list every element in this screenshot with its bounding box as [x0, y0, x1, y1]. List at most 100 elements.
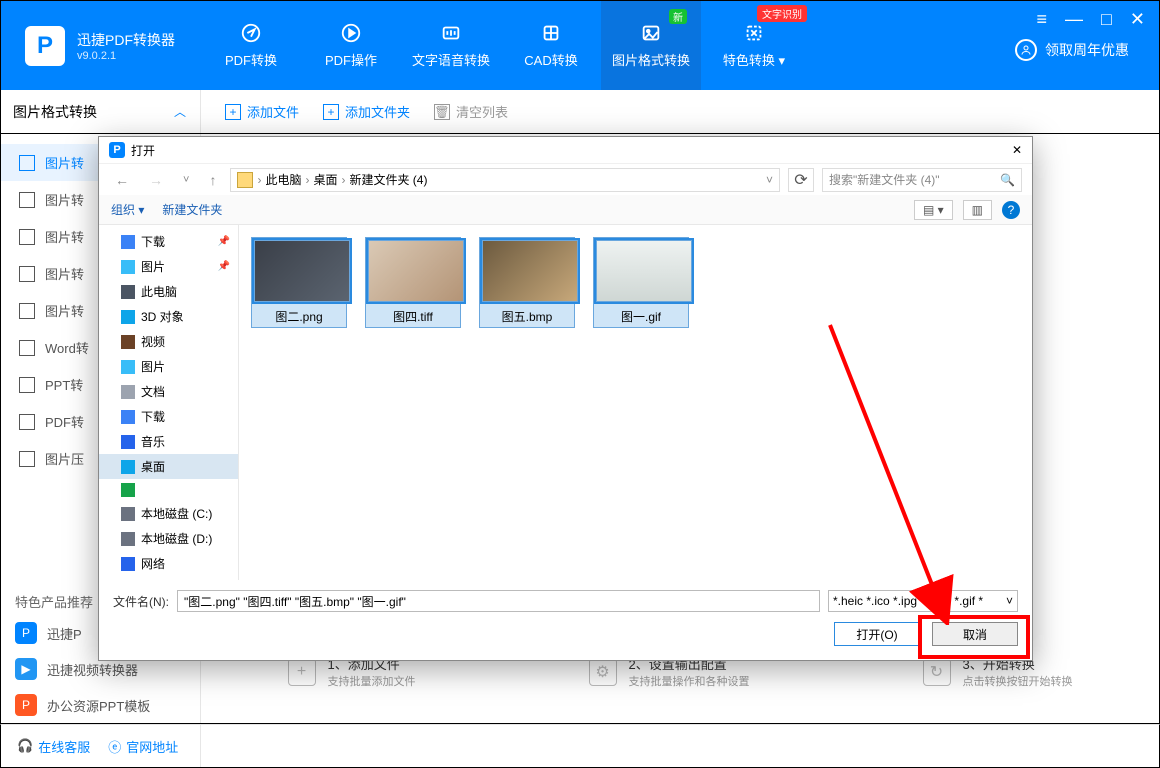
word-icon	[19, 340, 35, 356]
breadcrumb-seg[interactable]: 此电脑	[265, 171, 301, 188]
open-button[interactable]: 打开(O)	[834, 622, 920, 646]
headset-icon: 🎧	[17, 738, 33, 754]
dialog-footer: 文件名(N): *.heic *.ico *.ipg *.jpeg *.gif …	[99, 580, 1032, 660]
folder-icon	[121, 507, 135, 521]
add-file-button[interactable]: +添加文件	[225, 102, 299, 121]
organize-menu[interactable]: 组织 ▾	[111, 201, 144, 218]
dialog-close-icon[interactable]: ✕	[1012, 143, 1022, 157]
search-icon: 🔍	[1000, 173, 1015, 187]
breadcrumb-seg[interactable]: 新建文件夹 (4)	[349, 171, 427, 188]
side-label: 图片转	[45, 301, 84, 320]
reward-label: 领取周年优惠	[1045, 40, 1129, 60]
step-sub: 支持批量操作和各种设置	[629, 673, 750, 689]
ppt-icon	[19, 377, 35, 393]
nav-forward-icon[interactable]: →	[143, 172, 169, 188]
tree-item[interactable]: 下载📌	[99, 229, 238, 254]
step-sub: 支持批量添加文件	[328, 673, 416, 689]
folder-icon	[121, 532, 135, 546]
tree-item[interactable]: 视频	[99, 329, 238, 354]
nav-up-icon[interactable]: ↑	[203, 172, 222, 188]
breadcrumb-seg[interactable]: 桌面	[313, 171, 337, 188]
file-thumbnail	[368, 240, 464, 302]
tree-item[interactable]: 桌面	[99, 454, 238, 479]
minimize-icon[interactable]: —	[1065, 9, 1083, 30]
plus-icon: +	[323, 104, 339, 120]
side-label: 图片转	[45, 264, 84, 283]
tree-item[interactable]: 图片📌	[99, 254, 238, 279]
tree-item[interactable]: 3D 对象	[99, 304, 238, 329]
trash-icon: 🗑	[434, 104, 450, 120]
help-icon[interactable]: ?	[1002, 201, 1020, 219]
tree-item[interactable]	[99, 479, 238, 501]
ie-icon: ⓔ	[108, 737, 121, 756]
file-item[interactable]: 图二.png	[251, 237, 347, 328]
product-label: 迅捷视频转换器	[47, 660, 138, 679]
view-button[interactable]: ▤ ▾	[914, 200, 953, 220]
settings-icon: ⚙	[589, 658, 617, 686]
menu-icon[interactable]: ≡	[1037, 9, 1048, 30]
image-icon	[19, 229, 35, 245]
tree-item[interactable]: 网络	[99, 551, 238, 576]
folder-icon	[121, 285, 135, 299]
folder-icon	[121, 385, 135, 399]
category-header[interactable]: 图片格式转换 ︿	[1, 90, 201, 133]
tab-image-format[interactable]: 新 图片格式转换	[601, 1, 701, 90]
search-placeholder: 搜索"新建文件夹 (4)"	[829, 171, 940, 188]
filter-text: *.heic *.ico *.ipg *.jpeg *.gif *	[833, 594, 983, 608]
file-item[interactable]: 图四.tiff	[365, 237, 461, 328]
preview-button[interactable]: ▥	[963, 200, 992, 220]
tree-label: 下载	[141, 408, 165, 425]
file-name: 图五.bmp	[482, 308, 572, 325]
filename-input[interactable]	[177, 590, 820, 612]
tree-item[interactable]: 下载	[99, 404, 238, 429]
file-thumbnail	[596, 240, 692, 302]
tree-label: 网络	[141, 555, 165, 572]
pdf-icon	[19, 414, 35, 430]
tab-pdf-convert[interactable]: PDF转换	[201, 1, 301, 90]
new-folder-button[interactable]: 新建文件夹	[162, 201, 222, 218]
user-icon	[1015, 39, 1037, 61]
tree-item[interactable]: 文档	[99, 379, 238, 404]
close-icon[interactable]: ✕	[1130, 9, 1145, 30]
file-item[interactable]: 图一.gif	[593, 237, 689, 328]
filetype-filter[interactable]: *.heic *.ico *.ipg *.jpeg *.gif * ˅	[828, 590, 1018, 612]
website-link[interactable]: ⓔ官网地址	[108, 737, 178, 756]
tab-cad[interactable]: CAD转换	[501, 1, 601, 90]
nav-recent-icon[interactable]: ˅	[177, 174, 195, 186]
side-label: PPT转	[45, 375, 83, 394]
side-label: PDF转	[45, 412, 84, 431]
side-label: 图片转	[45, 153, 84, 172]
folder-icon	[121, 410, 135, 424]
tab-label: PDF操作	[325, 50, 377, 69]
add-folder-button[interactable]: +添加文件夹	[323, 102, 410, 121]
product-label: 办公资源PPT模板	[47, 696, 150, 715]
file-item[interactable]: 图五.bmp	[479, 237, 575, 328]
clear-list-button[interactable]: 🗑清空列表	[434, 102, 508, 121]
tree-item[interactable]: 本地磁盘 (C:)	[99, 501, 238, 526]
breadcrumb[interactable]: ›此电脑 ›桌面 ›新建文件夹 (4) ˅	[230, 168, 780, 192]
tab-feature[interactable]: 文字识别 特色转换 ▾	[701, 1, 807, 90]
refresh-button[interactable]: ⟳	[788, 168, 814, 192]
chevron-down-icon: ˅	[1006, 594, 1013, 608]
folder-icon	[121, 310, 135, 324]
tab-pdf-op[interactable]: PDF操作	[301, 1, 401, 90]
brand-title: 迅捷PDF转换器	[77, 30, 175, 50]
tree-item[interactable]: 音乐	[99, 429, 238, 454]
tree-item[interactable]: 此电脑	[99, 279, 238, 304]
support-link[interactable]: 🎧在线客服	[17, 737, 90, 756]
cancel-button[interactable]: 取消	[932, 622, 1018, 646]
side-label: 图片转	[45, 227, 84, 246]
tab-text-voice[interactable]: 文字语音转换	[401, 1, 501, 90]
reward-link[interactable]: 领取周年优惠	[1015, 39, 1129, 61]
compress-icon	[19, 451, 35, 467]
folder-icon	[121, 360, 135, 374]
maximize-icon[interactable]: □	[1101, 9, 1112, 30]
search-input[interactable]: 搜索"新建文件夹 (4)" 🔍	[822, 168, 1022, 192]
dialog-toolbar: 组织 ▾ 新建文件夹 ▤ ▾ ▥ ?	[99, 195, 1032, 225]
pin-icon: 📌	[218, 261, 230, 272]
product-item[interactable]: P办公资源PPT模板	[1, 687, 200, 723]
tree-item[interactable]: 图片	[99, 354, 238, 379]
tab-label: PDF转换	[225, 50, 277, 69]
nav-back-icon[interactable]: ←	[109, 172, 135, 188]
tree-item[interactable]: 本地磁盘 (D:)	[99, 526, 238, 551]
